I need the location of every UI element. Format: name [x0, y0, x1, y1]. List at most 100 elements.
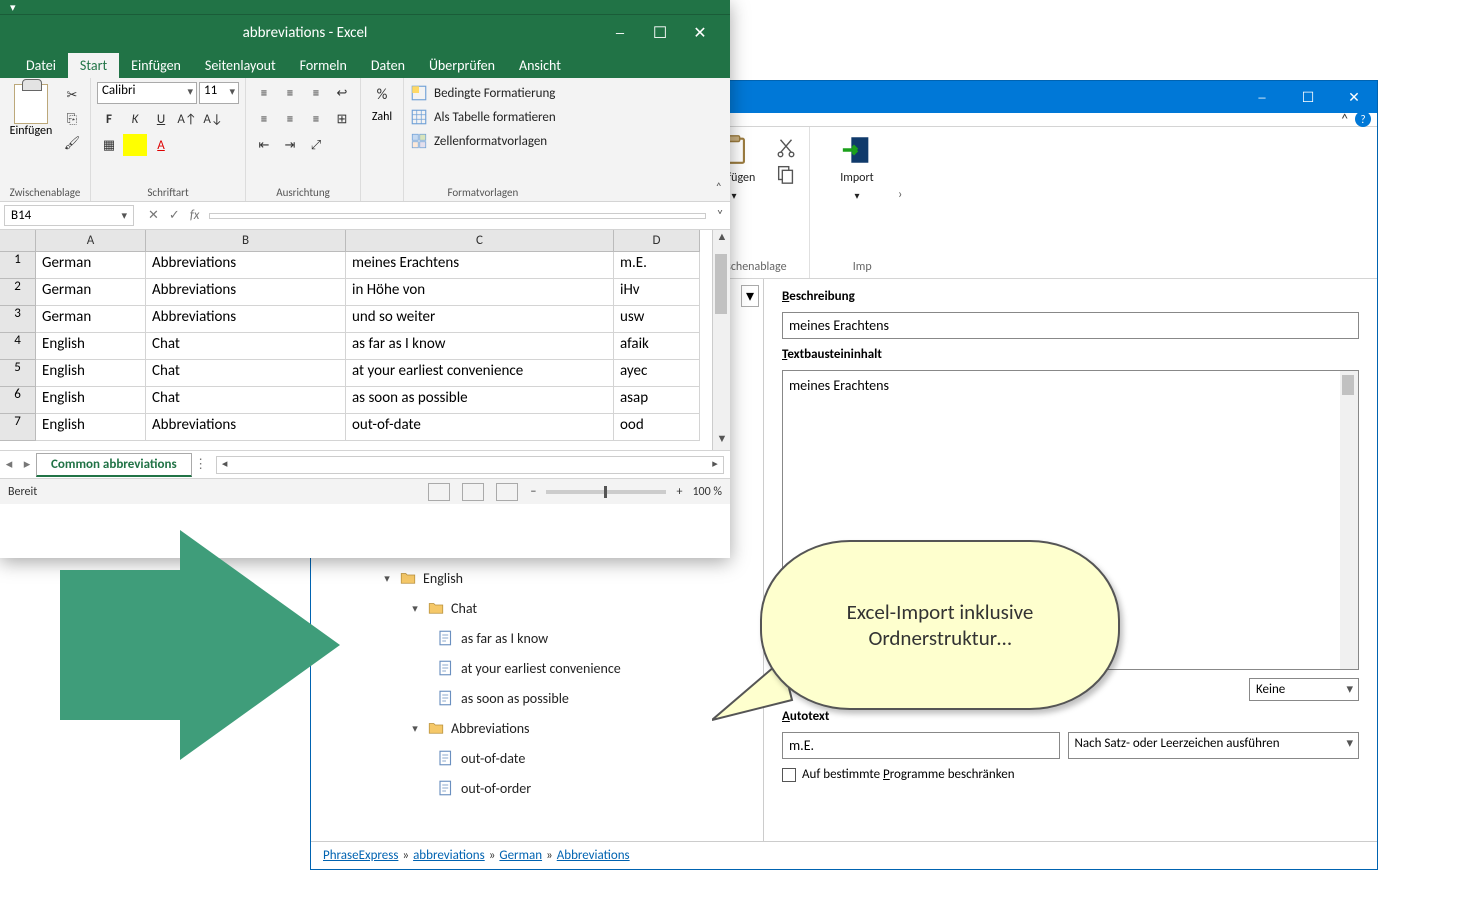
tree-item[interactable]: as soon as possible: [381, 683, 763, 713]
align-bottom-icon[interactable]: ≡: [304, 82, 328, 104]
tree-item[interactable]: out-of-date: [381, 743, 763, 773]
align-center-icon[interactable]: ≡: [278, 108, 302, 130]
autotext-field[interactable]: m.E.: [782, 732, 1060, 759]
cell[interactable]: as soon as possible: [346, 387, 614, 414]
border-icon[interactable]: ▦: [97, 134, 121, 156]
tab-datei[interactable]: Datei: [14, 53, 68, 78]
breadcrumb-item[interactable]: abbreviations: [413, 848, 485, 863]
quick-access-toolbar[interactable]: ▾: [0, 0, 730, 15]
cancel-icon[interactable]: ✕: [148, 208, 159, 223]
tree-folder-abbr[interactable]: ▾Abbreviations: [381, 713, 763, 743]
autotext-mode-dropdown[interactable]: Nach Satz- oder Leerzeichen ausführen: [1068, 732, 1360, 759]
cell[interactable]: ood: [614, 414, 700, 441]
tree-folder-chat[interactable]: ▾Chat: [381, 593, 763, 623]
beschreibung-field[interactable]: meines Erachtens: [782, 312, 1359, 339]
paste-button[interactable]: Einfügen: [6, 82, 56, 138]
format-painter-icon[interactable]: 🖌: [60, 132, 84, 154]
cell[interactable]: English: [36, 333, 146, 360]
cell[interactable]: Abbreviations: [146, 279, 346, 306]
wrap-text-icon[interactable]: ↩: [330, 82, 354, 104]
font-name-select[interactable]: Calibri: [97, 82, 197, 104]
tab-einfuegen[interactable]: Einfügen: [119, 53, 193, 78]
formula-input[interactable]: [209, 213, 706, 219]
tree-toolbar-button[interactable]: ▾: [741, 285, 759, 307]
help-icon[interactable]: ?: [1355, 111, 1371, 127]
minimize-button[interactable]: ─: [1239, 81, 1285, 113]
cell[interactable]: usw: [614, 306, 700, 333]
cell[interactable]: at your earliest convenience: [346, 360, 614, 387]
content-scrollbar[interactable]: [1340, 371, 1358, 669]
font-shrink-icon[interactable]: A↓: [201, 108, 225, 130]
align-top-icon[interactable]: ≡: [252, 82, 276, 104]
cell[interactable]: Abbreviations: [146, 414, 346, 441]
name-box[interactable]: B14: [4, 205, 134, 226]
normal-view-icon[interactable]: [428, 483, 450, 501]
font-grow-icon[interactable]: A↑: [175, 108, 199, 130]
maximize-button[interactable]: ☐: [1285, 81, 1331, 113]
copy-icon[interactable]: [775, 163, 797, 185]
align-middle-icon[interactable]: ≡: [278, 82, 302, 104]
cell[interactable]: Abbreviations: [146, 306, 346, 333]
orientation-icon[interactable]: ⤢: [304, 134, 328, 156]
select-all-corner[interactable]: [0, 230, 36, 252]
sheet-nav-prev-icon[interactable]: ◂: [0, 457, 18, 472]
zoom-slider[interactable]: [546, 490, 666, 494]
italic-button[interactable]: K: [123, 108, 147, 130]
sheet-options-icon[interactable]: ⋮: [192, 457, 210, 472]
cell[interactable]: English: [36, 414, 146, 441]
spreadsheet-grid[interactable]: ABCD 1234567 GermanAbbreviationsmeines E…: [0, 230, 730, 450]
horizontal-scrollbar[interactable]: ◂▸: [216, 456, 724, 474]
minimize-button[interactable]: ─: [600, 24, 640, 43]
breadcrumb-item[interactable]: German: [499, 848, 542, 863]
cut-icon[interactable]: [775, 137, 797, 159]
cell[interactable]: Chat: [146, 360, 346, 387]
copy-icon[interactable]: ⎘: [60, 108, 84, 130]
ribbon-collapse-icon[interactable]: ˄: [716, 181, 722, 195]
cell[interactable]: asap: [614, 387, 700, 414]
fx-icon[interactable]: fx: [190, 208, 200, 223]
cut-icon[interactable]: ✂: [60, 84, 84, 106]
fill-color-icon[interactable]: [123, 134, 147, 156]
tree-item[interactable]: out-of-order: [381, 773, 763, 803]
cell[interactable]: as far as I know: [346, 333, 614, 360]
font-size-select[interactable]: 11: [199, 82, 239, 104]
tab-daten[interactable]: Daten: [359, 53, 417, 78]
ribbon-collapse-icon[interactable]: ˄: [1340, 111, 1349, 130]
zoom-out-icon[interactable]: −: [530, 485, 536, 499]
cell[interactable]: German: [36, 252, 146, 279]
tab-formeln[interactable]: Formeln: [288, 53, 359, 78]
close-button[interactable]: ✕: [1331, 81, 1377, 113]
enter-icon[interactable]: ✓: [169, 208, 180, 223]
tab-ansicht[interactable]: Ansicht: [507, 53, 573, 78]
zoom-in-icon[interactable]: +: [676, 485, 682, 499]
bold-button[interactable]: F: [97, 108, 121, 130]
cell[interactable]: iHv: [614, 279, 700, 306]
cell[interactable]: in Höhe von: [346, 279, 614, 306]
tree-folder-english[interactable]: ▾English: [381, 563, 763, 593]
cell-styles-button[interactable]: Zellenformatvorlagen: [410, 132, 556, 150]
zoom-level[interactable]: 100 %: [692, 485, 722, 499]
restrict-checkbox[interactable]: Auf bestimmte Programme beschränken: [782, 767, 1359, 782]
column-headers[interactable]: ABCD: [36, 230, 700, 252]
underline-button[interactable]: U: [149, 108, 173, 130]
cell[interactable]: English: [36, 360, 146, 387]
row-headers[interactable]: 1234567: [0, 252, 36, 441]
cell[interactable]: German: [36, 279, 146, 306]
cell[interactable]: Abbreviations: [146, 252, 346, 279]
cell[interactable]: meines Erachtens: [346, 252, 614, 279]
cell[interactable]: und so weiter: [346, 306, 614, 333]
indent-dec-icon[interactable]: ⇤: [252, 134, 276, 156]
tab-seitenlayout[interactable]: Seitenlayout: [193, 53, 288, 78]
font-color-icon[interactable]: A: [149, 134, 173, 156]
page-layout-view-icon[interactable]: [462, 483, 484, 501]
formula-expand-icon[interactable]: ˅: [710, 208, 730, 223]
tab-start[interactable]: Start: [68, 53, 119, 78]
cell[interactable]: German: [36, 306, 146, 333]
conditional-formatting-button[interactable]: Bedingte Formatierung: [410, 84, 556, 102]
align-left-icon[interactable]: ≡: [252, 108, 276, 130]
tree-item[interactable]: as far as I know: [381, 623, 763, 653]
percent-icon[interactable]: %: [367, 84, 397, 106]
import-button[interactable]: Import▾: [822, 133, 892, 202]
vertical-scrollbar[interactable]: ▲ ▼: [712, 230, 730, 450]
cell[interactable]: Chat: [146, 333, 346, 360]
